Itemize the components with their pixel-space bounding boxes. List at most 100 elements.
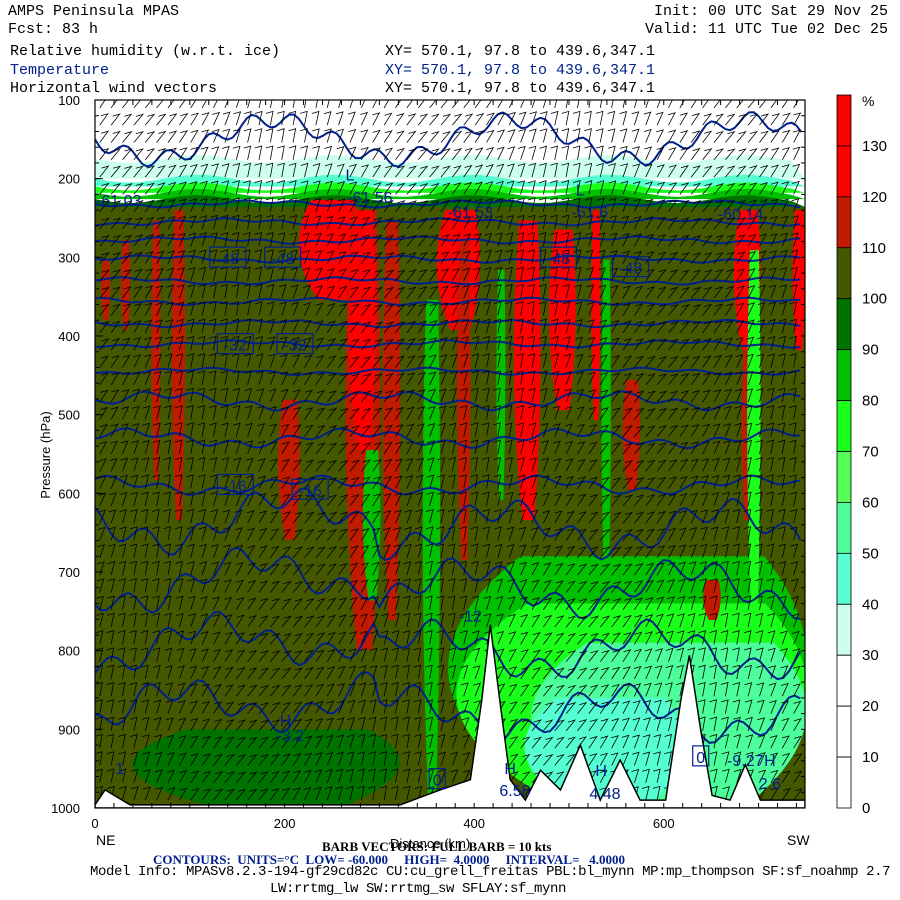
- wind-barb: [110, 130, 121, 143]
- wind-barb: [348, 128, 357, 143]
- wind-barb: [474, 100, 482, 109]
- wind-barb: [655, 111, 664, 126]
- colorbar-swatch: [836, 451, 852, 503]
- x-tick-label: 200: [274, 816, 296, 831]
- contour-label: H: [504, 761, 516, 778]
- wind-barb: [288, 110, 297, 126]
- wind-barb: [429, 113, 440, 126]
- contour-label: 6.58: [499, 783, 530, 800]
- wind-barb: [528, 145, 537, 160]
- wind-barb: [607, 110, 616, 126]
- colorbar-label: 70: [862, 444, 879, 461]
- wind-barb: [406, 100, 414, 109]
- colorbar-label: 60: [862, 494, 879, 511]
- contour-label: L: [346, 168, 355, 185]
- wind-barb: [770, 147, 780, 161]
- colorbar-swatch: [836, 247, 852, 300]
- wind-barb: [326, 100, 330, 108]
- colorbar-swatch: [836, 502, 852, 554]
- colorbar-label: 120: [862, 189, 887, 206]
- wind-barb: [288, 145, 297, 160]
- wind-barb: [507, 146, 516, 160]
- wind-barb: [679, 147, 689, 161]
- wind-barb: [793, 112, 802, 126]
- wind-barb: [679, 130, 689, 143]
- wind-barb: [417, 100, 425, 109]
- contour-label: -16: [224, 478, 247, 495]
- wind-barb: [383, 130, 393, 143]
- wind-barb: [713, 130, 725, 143]
- y-tick-label: 1000: [51, 801, 80, 816]
- colorbar-swatch: [836, 603, 852, 656]
- colorbar-swatch: [836, 349, 852, 401]
- wind-barb: [736, 113, 747, 126]
- wind-barb: [201, 112, 210, 126]
- colorbar-swatch: [836, 756, 852, 809]
- wind-barb: [222, 111, 231, 126]
- x-tick-label: 400: [463, 816, 485, 831]
- wind-barb: [167, 100, 175, 109]
- wind-barb: [179, 113, 189, 126]
- x-tick-label: 0: [91, 816, 98, 831]
- wind-barb: [631, 111, 640, 126]
- wind-barb: [383, 100, 390, 109]
- wind-barb: [497, 112, 506, 126]
- wind-barb: [643, 111, 652, 126]
- colorbar-swatch: [836, 400, 852, 452]
- wind-barb: [265, 110, 274, 126]
- wind-barb: [277, 145, 285, 160]
- wind-barb: [406, 130, 417, 143]
- wind-barb: [643, 128, 652, 143]
- wind-barb: [167, 130, 178, 143]
- wind-barb: [770, 130, 780, 143]
- wind-barb: [222, 128, 231, 143]
- wind-barb: [156, 100, 164, 109]
- contour-label: -12: [459, 608, 482, 625]
- wind-barb: [644, 146, 653, 160]
- wind-barb: [607, 128, 616, 143]
- wind-barb: [243, 128, 252, 143]
- colorbar-label: 20: [862, 698, 879, 715]
- wind-barb: [497, 100, 503, 109]
- wind-barb: [133, 100, 141, 109]
- wind-barb: [360, 129, 369, 143]
- wind-barb: [372, 112, 381, 126]
- wind-barb: [179, 100, 186, 109]
- wind-barb: [599, 100, 603, 108]
- wind-barb: [520, 100, 525, 109]
- wind-barb: [122, 148, 133, 161]
- contour-label: L: [576, 183, 585, 200]
- wind-barb: [243, 145, 252, 160]
- wind-barb: [542, 100, 547, 108]
- y-tick-label: 500: [58, 408, 80, 423]
- wind-barb: [702, 148, 713, 161]
- wind-barb: [156, 147, 167, 161]
- wind-barb: [725, 100, 733, 109]
- wind-barb: [144, 113, 156, 126]
- wind-barb: [144, 100, 153, 109]
- contour-label: 0: [433, 773, 442, 790]
- wind-barb: [725, 131, 736, 143]
- wind-barb: [518, 111, 527, 126]
- contour-label: H: [764, 753, 776, 770]
- wind-barb: [269, 100, 273, 108]
- wind-barb: [690, 147, 701, 161]
- wind-barb: [486, 129, 495, 143]
- wind-barb: [702, 130, 713, 143]
- contour-label: -9.27: [727, 753, 764, 770]
- wind-barb: [99, 113, 109, 126]
- colorbar-label: 0: [862, 800, 870, 817]
- wind-barb: [110, 148, 122, 161]
- contour-label: -61.56: [347, 190, 392, 207]
- wind-barb: [395, 147, 405, 161]
- wind-barb: [619, 128, 628, 143]
- colorbar-label: 30: [862, 647, 879, 664]
- wind-barb: [792, 146, 801, 160]
- wind-barb: [595, 110, 604, 126]
- wind-barb: [265, 128, 274, 143]
- wind-barb: [110, 100, 118, 109]
- colorbar-label: 50: [862, 545, 879, 562]
- colorbar-swatch: [836, 145, 852, 198]
- colorbar-label: 130: [862, 138, 887, 155]
- wind-barb: [561, 145, 570, 160]
